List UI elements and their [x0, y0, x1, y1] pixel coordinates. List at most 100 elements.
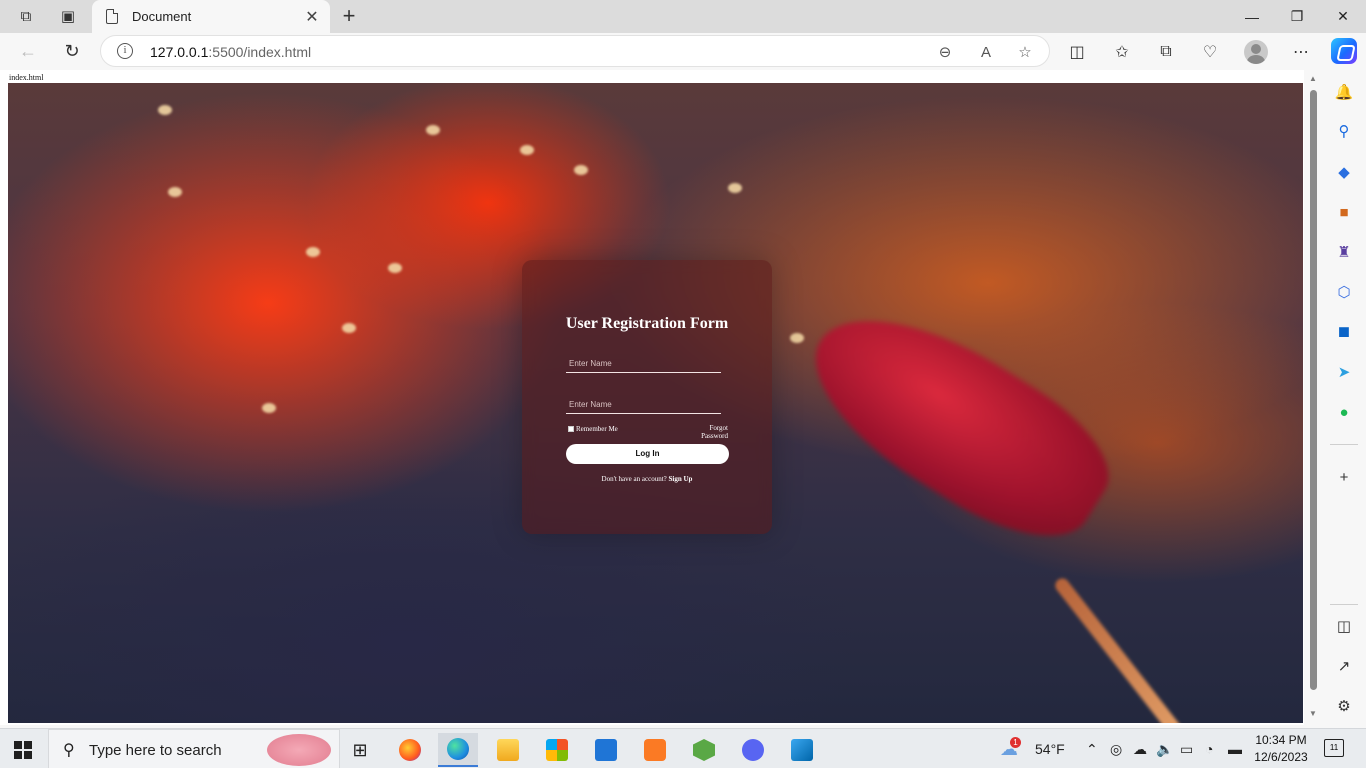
name-input[interactable]: [566, 355, 721, 373]
external-link-icon[interactable]: ↗: [1334, 656, 1354, 676]
tab-actions-icon[interactable]: ▣: [54, 4, 82, 28]
tools-briefcase-icon[interactable]: ■: [1334, 202, 1354, 222]
favorites-icon[interactable]: ✩: [1110, 40, 1134, 64]
page-viewport: index.html User Registration Form Rememb…: [0, 70, 1322, 725]
battery-icon[interactable]: ▬: [1228, 729, 1242, 768]
xampp-icon[interactable]: [635, 733, 675, 767]
workspaces-icon[interactable]: ⧉: [12, 4, 40, 28]
bell-icon[interactable]: 🔔: [1334, 82, 1354, 102]
read-aloud-icon[interactable]: A: [976, 42, 996, 62]
spice-seed: [426, 125, 440, 135]
registration-card: User Registration Form Remember Me Forgo…: [522, 260, 772, 534]
drop-icon[interactable]: ➤: [1334, 362, 1354, 382]
form-title: User Registration Form: [565, 315, 729, 332]
volume-icon[interactable]: 🔈: [1156, 729, 1173, 768]
scrollbar-thumb[interactable]: [1310, 90, 1317, 690]
page-scrollbar[interactable]: ▲ ▼: [1304, 70, 1322, 725]
spice-seed: [520, 145, 534, 155]
vscode-icon[interactable]: [782, 733, 822, 767]
display-icon[interactable]: ▭: [1180, 729, 1193, 768]
file-explorer-icon[interactable]: [488, 733, 528, 767]
edge-sidebar: 🔔 ⚲ ◆ ■ ♜ ⬡ ◼ ➤ ● + ◫ ↗ ⚙: [1322, 70, 1366, 728]
refresh-icon[interactable]: ↻: [58, 38, 86, 64]
password-input[interactable]: [566, 396, 721, 414]
profile-avatar[interactable]: [1244, 40, 1268, 64]
favorite-star-icon[interactable]: ☆: [1015, 42, 1035, 62]
address-bar[interactable]: i 127.0.0.1:5500/index.html ⊖ A ☆: [100, 35, 1050, 67]
split-screen-icon[interactable]: ◫: [1065, 40, 1089, 64]
spice-seed: [306, 247, 320, 257]
mail-icon[interactable]: [586, 733, 626, 767]
new-tab-button[interactable]: +: [338, 3, 360, 29]
url-path: :5500/index.html: [208, 44, 312, 60]
spice-seed: [790, 333, 804, 343]
scroll-down-arrow-icon[interactable]: ▼: [1308, 709, 1318, 719]
hide-sidebar-icon[interactable]: ◫: [1334, 616, 1354, 636]
copilot-icon[interactable]: [1331, 38, 1357, 64]
tab-title: Document: [132, 9, 192, 24]
shopping-tag-icon[interactable]: ◆: [1334, 162, 1354, 182]
sidebar-divider: [1330, 444, 1358, 445]
spotify-icon[interactable]: ●: [1334, 402, 1354, 422]
more-menu-icon[interactable]: ⋯: [1289, 40, 1313, 64]
weather-temp: 54°F: [1035, 741, 1065, 757]
zoom-icon[interactable]: ⊖: [935, 42, 955, 62]
edge-icon[interactable]: [438, 733, 478, 767]
mute-network-icon[interactable]: ☁: [1133, 729, 1147, 768]
taskbar-clock[interactable]: 10:34 PM 12/6/2023: [1250, 732, 1312, 766]
window-close-button[interactable]: ✕: [1320, 0, 1366, 33]
url-host: 127.0.0.1: [150, 44, 209, 60]
search-highlight-axolotl-icon[interactable]: [267, 734, 331, 766]
spice-seed: [728, 183, 742, 193]
outlook-icon[interactable]: ◼: [1334, 321, 1354, 341]
address-url[interactable]: 127.0.0.1:5500/index.html: [150, 44, 311, 60]
spice-seed: [168, 187, 182, 197]
signup-link[interactable]: Sign Up: [669, 475, 693, 483]
games-chess-icon[interactable]: ♜: [1334, 242, 1354, 262]
windows-taskbar: ⚲ Type here to search ⊞ ☁ 1 54°F ⌃ ◎ ☁ 🔈…: [0, 728, 1366, 768]
spice-seed: [388, 263, 402, 273]
scroll-up-arrow-icon[interactable]: ▲: [1308, 74, 1318, 84]
add-sidebar-item-icon[interactable]: +: [1334, 467, 1354, 487]
nodejs-icon[interactable]: [684, 733, 724, 767]
spice-seed: [158, 105, 172, 115]
signup-prompt: Don't have an account?: [601, 475, 667, 483]
taskbar-search[interactable]: ⚲ Type here to search: [48, 729, 340, 768]
remember-me[interactable]: Remember Me: [568, 425, 618, 433]
remember-checkbox[interactable]: [568, 426, 574, 432]
show-hidden-icons-chevron-icon[interactable]: ⌃: [1086, 729, 1098, 768]
page-filename-label: index.html: [9, 73, 44, 82]
settings-gear-icon[interactable]: ⚙: [1334, 696, 1354, 716]
taskbar-search-text: Type here to search: [89, 742, 222, 759]
search-magnifier-icon: ⚲: [63, 742, 75, 759]
spice-seed: [262, 403, 276, 413]
remember-label: Remember Me: [576, 425, 618, 433]
start-windows-icon[interactable]: [14, 741, 32, 759]
tab-document[interactable]: Document ✕: [92, 0, 330, 33]
browser-essentials-icon[interactable]: ♡: [1198, 40, 1222, 64]
minimize-button[interactable]: —: [1229, 0, 1275, 33]
forgot-password-link[interactable]: Forgot Password: [682, 424, 728, 440]
discord-icon[interactable]: [733, 733, 773, 767]
weather-badge: 1: [1010, 736, 1021, 748]
restore-button[interactable]: ❐: [1274, 0, 1320, 33]
signup-line: Don't have an account? Sign Up: [522, 475, 772, 483]
weather-widget[interactable]: ☁ 1 54°F: [1000, 729, 1065, 768]
search-icon[interactable]: ⚲: [1334, 121, 1354, 141]
spice-seed: [574, 165, 588, 175]
firefox-icon[interactable]: [390, 733, 430, 767]
notification-center-icon[interactable]: 11: [1324, 739, 1344, 757]
tab-close-icon[interactable]: ✕: [304, 7, 320, 27]
clock-date: 12/6/2023: [1254, 750, 1308, 764]
collections-icon[interactable]: ⧉: [1154, 40, 1178, 64]
task-view-icon[interactable]: ⊞: [340, 733, 380, 767]
spice-seed: [342, 323, 356, 333]
back-icon[interactable]: ←: [14, 38, 42, 64]
microsoft365-icon[interactable]: ⬡: [1334, 282, 1354, 302]
login-button[interactable]: Log In: [566, 444, 729, 464]
site-info-icon[interactable]: i: [117, 43, 133, 59]
microsoft-store-icon[interactable]: [537, 733, 577, 767]
wifi-icon[interactable]: ◔: [1205, 729, 1213, 768]
clock-time: 10:34 PM: [1255, 733, 1307, 747]
webcam-icon[interactable]: ◎: [1110, 729, 1122, 768]
